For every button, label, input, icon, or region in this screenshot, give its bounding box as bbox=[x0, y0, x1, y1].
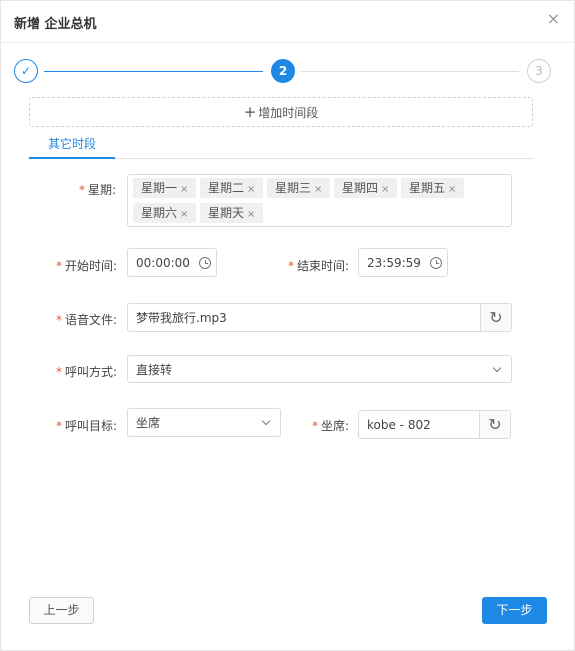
start-time-label: * 开始时间: bbox=[56, 257, 117, 274]
required-mark: * bbox=[56, 259, 62, 273]
tag-close-icon[interactable]: × bbox=[247, 184, 255, 195]
step-connector-done bbox=[44, 71, 263, 72]
tag-close-icon[interactable]: × bbox=[381, 184, 389, 195]
chevron-down-icon bbox=[261, 416, 271, 426]
call-target-label: * 呼叫目标: bbox=[56, 417, 117, 434]
tag-close-icon[interactable]: × bbox=[314, 184, 322, 195]
close-icon[interactable]: × bbox=[547, 9, 560, 29]
end-time-label: * 结束时间: bbox=[288, 257, 349, 274]
weekday-tag: 星期三 × bbox=[267, 178, 330, 198]
voice-file-label-text: 语音文件: bbox=[65, 313, 118, 327]
weekday-multiselect[interactable]: 星期一 × 星期二 × 星期三 × 星期四 × 星期五 × 星期六 × 星期天 × bbox=[127, 174, 512, 227]
dialog-header: 新增 企业总机 × bbox=[1, 1, 574, 43]
tag-label: 星期三 bbox=[275, 181, 312, 195]
new-switchboard-dialog: 新增 企业总机 × ✓ 2 3 + 增加时间段 其它时段 * 星期: 星期一 × 星期… bbox=[0, 0, 575, 651]
weekday-tag: 星期六 × bbox=[133, 203, 196, 223]
tag-label: 星期一 bbox=[141, 181, 178, 195]
call-mode-label-text: 呼叫方式: bbox=[65, 365, 118, 379]
step-3-pending: 3 bbox=[527, 59, 551, 83]
required-mark: * bbox=[288, 259, 294, 273]
seat-value: kobe - 802 bbox=[367, 418, 431, 432]
call-target-value: 坐席 bbox=[136, 416, 161, 430]
end-time-label-text: 结束时间: bbox=[297, 259, 350, 273]
required-mark: * bbox=[56, 365, 62, 379]
voice-file-label: * 语音文件: bbox=[56, 311, 117, 328]
tag-label: 星期二 bbox=[208, 181, 245, 195]
seat-label-text: 坐席: bbox=[321, 419, 350, 433]
required-mark: * bbox=[79, 183, 85, 197]
call-mode-value: 直接转 bbox=[136, 363, 173, 377]
tag-label: 星期六 bbox=[141, 206, 178, 220]
next-step-button[interactable]: 下一步 bbox=[482, 597, 547, 624]
add-time-period-button[interactable]: + 增加时间段 bbox=[29, 97, 533, 127]
call-mode-label: * 呼叫方式: bbox=[56, 363, 117, 380]
previous-step-button[interactable]: 上一步 bbox=[29, 597, 94, 624]
tag-label: 星期天 bbox=[208, 206, 245, 220]
call-target-label-text: 呼叫目标: bbox=[65, 419, 118, 433]
seat-refresh-button[interactable]: ↻ bbox=[479, 411, 510, 438]
refresh-icon: ↻ bbox=[489, 308, 503, 327]
weekday-tag: 星期五 × bbox=[401, 178, 464, 198]
clock-icon bbox=[199, 257, 211, 269]
voice-file-refresh-button[interactable]: ↻ bbox=[480, 304, 511, 331]
tag-label: 星期五 bbox=[409, 181, 446, 195]
tag-close-icon[interactable]: × bbox=[247, 209, 255, 220]
start-time-picker[interactable]: 00:00:00 bbox=[127, 248, 217, 277]
chevron-down-icon bbox=[492, 363, 502, 373]
call-mode-select[interactable]: 直接转 bbox=[127, 355, 512, 383]
weekday-label-text: 星期: bbox=[88, 183, 117, 197]
weekday-tag: 星期天 × bbox=[200, 203, 263, 223]
start-time-label-text: 开始时间: bbox=[65, 259, 118, 273]
start-time-value: 00:00:00 bbox=[136, 256, 190, 270]
required-mark: * bbox=[56, 419, 62, 433]
required-mark: * bbox=[56, 313, 62, 327]
weekday-tag: 星期二 × bbox=[200, 178, 263, 198]
required-mark: * bbox=[312, 419, 318, 433]
voice-file-field[interactable]: 梦带我旅行.mp3 ↻ bbox=[127, 303, 512, 332]
clock-icon bbox=[430, 257, 442, 269]
step-1-check-icon: ✓ bbox=[14, 59, 38, 83]
weekday-tag: 星期一 × bbox=[133, 178, 196, 198]
tag-close-icon[interactable]: × bbox=[448, 184, 456, 195]
tag-label: 星期四 bbox=[342, 181, 379, 195]
add-time-period-label: 增加时间段 bbox=[258, 106, 319, 120]
step-connector-pending bbox=[301, 71, 519, 72]
tag-close-icon[interactable]: × bbox=[180, 184, 188, 195]
weekday-label: * 星期: bbox=[79, 181, 116, 198]
end-time-picker[interactable]: 23:59:59 bbox=[358, 248, 448, 277]
tab-other-periods[interactable]: 其它时段 bbox=[29, 133, 115, 159]
end-time-value: 23:59:59 bbox=[367, 256, 421, 270]
period-tabs: 其它时段 bbox=[29, 133, 533, 159]
seat-label: * 坐席: bbox=[312, 417, 349, 434]
voice-file-value: 梦带我旅行.mp3 bbox=[136, 311, 227, 325]
dialog-title: 新增 企业总机 bbox=[14, 17, 97, 32]
plus-icon: + bbox=[243, 103, 257, 121]
refresh-icon: ↻ bbox=[488, 415, 502, 434]
step-2-current: 2 bbox=[271, 59, 295, 83]
seat-field[interactable]: kobe - 802 ↻ bbox=[358, 410, 511, 439]
weekday-tag: 星期四 × bbox=[334, 178, 397, 198]
tag-close-icon[interactable]: × bbox=[180, 209, 188, 220]
call-target-select[interactable]: 坐席 bbox=[127, 408, 281, 437]
